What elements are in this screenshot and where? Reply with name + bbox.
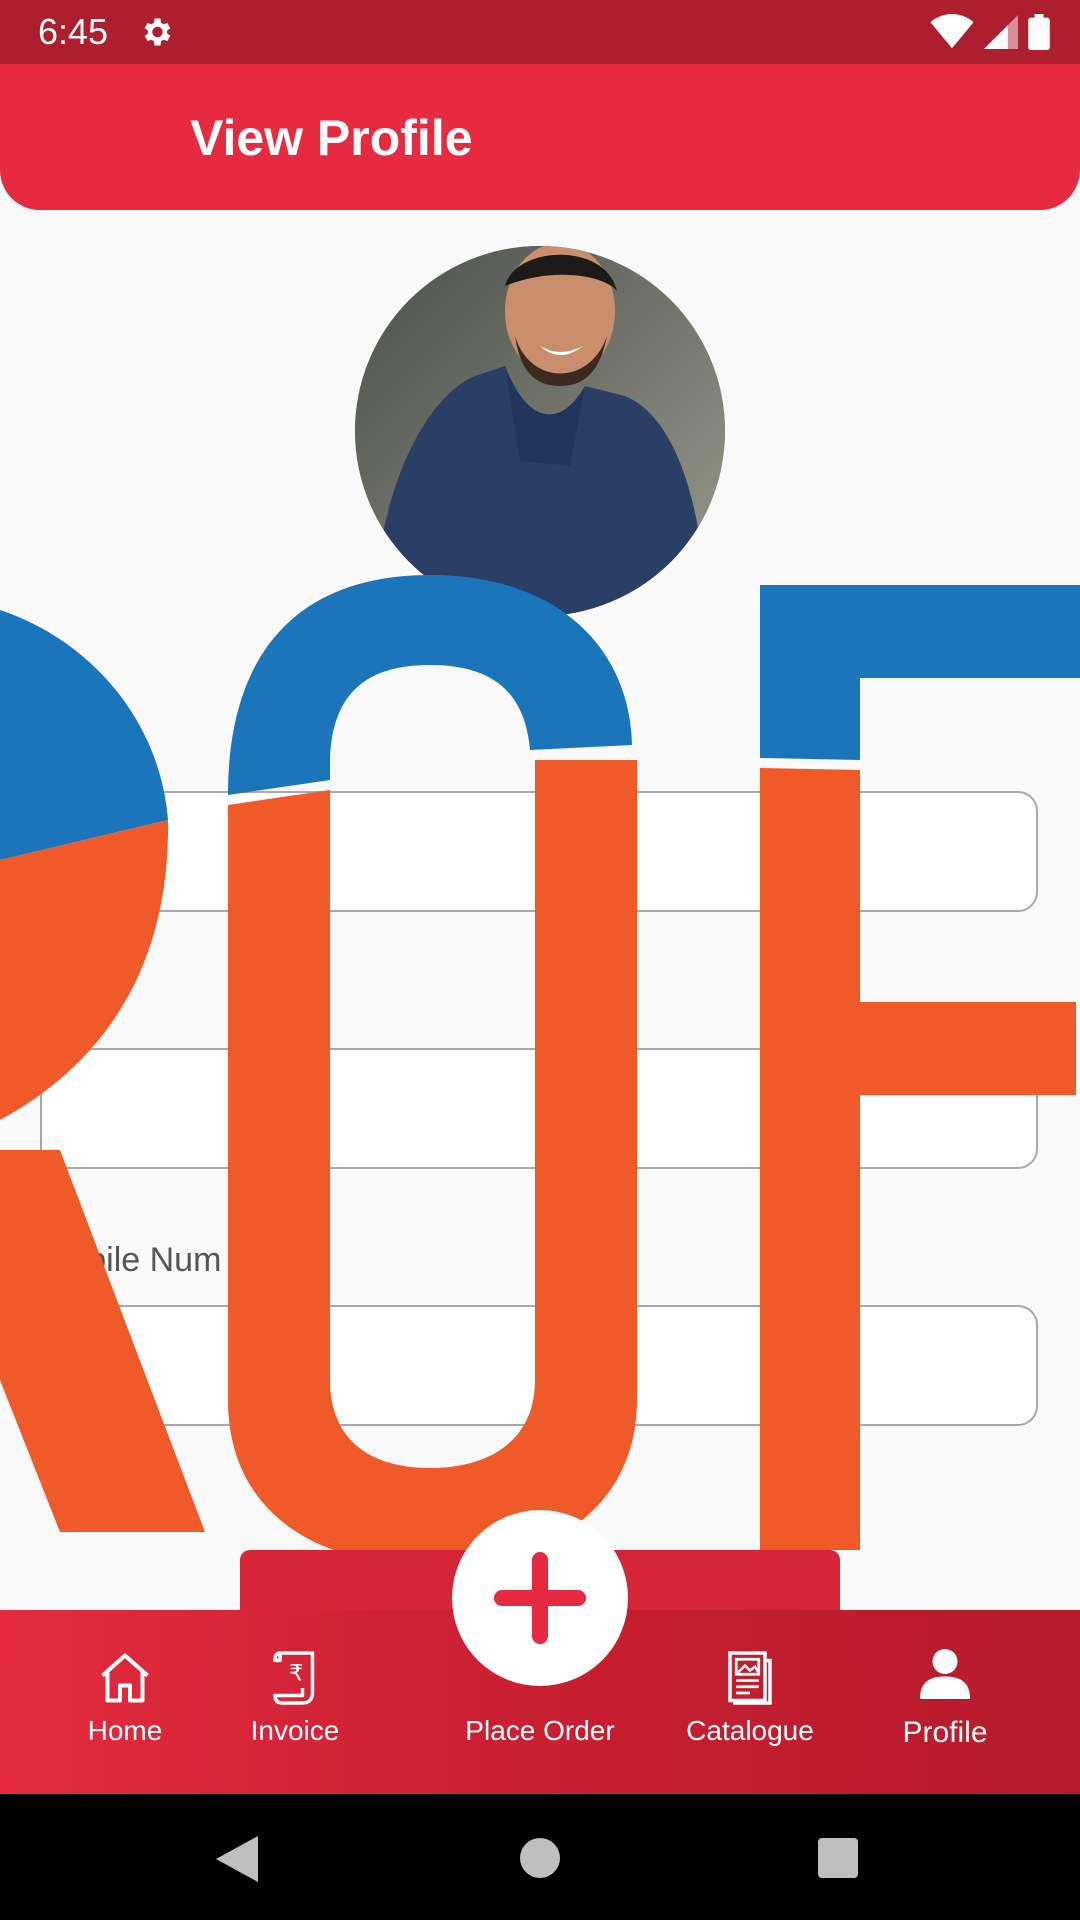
battery-icon bbox=[1028, 14, 1050, 50]
nav-home[interactable]: Home bbox=[60, 1610, 190, 1794]
profile-avatar[interactable] bbox=[355, 246, 725, 616]
profile-field-1[interactable] bbox=[40, 791, 1038, 912]
mobile-number-field[interactable] bbox=[40, 1305, 1038, 1426]
settings-gear-icon bbox=[144, 18, 171, 46]
page-title: View Profile bbox=[190, 110, 473, 166]
nav-catalogue-label: Catalogue bbox=[686, 1715, 814, 1746]
plus-icon bbox=[494, 1552, 586, 1644]
home-circle-icon[interactable] bbox=[520, 1838, 560, 1878]
catalogue-icon bbox=[728, 1651, 772, 1705]
app-bar: View Profile bbox=[0, 64, 1080, 210]
recents-icon[interactable] bbox=[818, 1838, 858, 1878]
nav-home-label: Home bbox=[87, 1715, 163, 1746]
profile-field-2[interactable] bbox=[40, 1048, 1038, 1169]
nav-catalogue[interactable]: Catalogue bbox=[680, 1610, 820, 1794]
nav-invoice[interactable]: ₹ Invoice bbox=[230, 1610, 360, 1794]
nav-profile-label: Profile bbox=[902, 1716, 988, 1749]
back-icon[interactable] bbox=[216, 1836, 260, 1882]
status-bar: 6:45 bbox=[0, 0, 1080, 64]
svg-text:₹: ₹ bbox=[289, 1661, 303, 1687]
invoice-icon: ₹ bbox=[273, 1651, 315, 1705]
mobile-number-label: Mobile Num bbox=[40, 1241, 222, 1279]
signal-icon bbox=[984, 15, 1018, 49]
place-order-fab[interactable] bbox=[452, 1510, 628, 1686]
avatar-photo bbox=[355, 246, 725, 616]
system-navigation-bar bbox=[0, 1794, 1080, 1920]
profile-icon bbox=[920, 1649, 970, 1699]
nav-place-order-label: Place Order bbox=[465, 1715, 615, 1746]
status-time: 6:45 bbox=[38, 11, 109, 52]
home-icon bbox=[101, 1653, 149, 1703]
nav-invoice-label: Invoice bbox=[250, 1715, 340, 1746]
wifi-icon bbox=[930, 14, 974, 49]
nav-profile[interactable]: Profile bbox=[880, 1610, 1010, 1794]
